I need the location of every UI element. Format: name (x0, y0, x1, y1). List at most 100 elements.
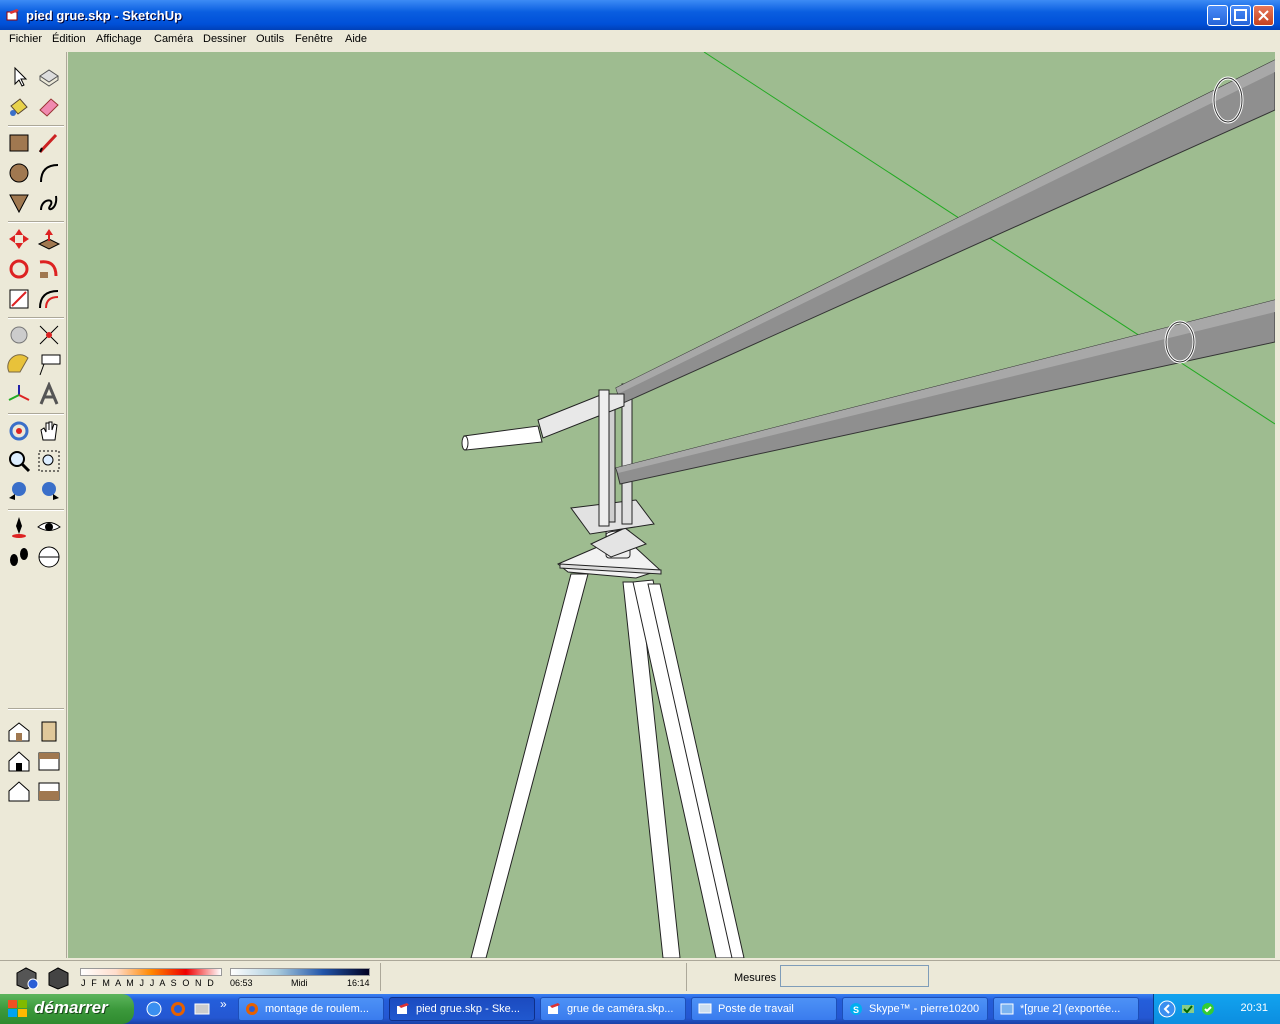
task-skype[interactable]: S Skype™ - pierre10200 (842, 997, 988, 1021)
section-plane-tool[interactable] (36, 544, 62, 570)
eraser-icon (39, 98, 59, 117)
circle-tool[interactable] (6, 160, 32, 186)
follow-me-tool[interactable] (36, 256, 62, 282)
select-tool[interactable] (6, 64, 32, 90)
menu-dessiner[interactable]: Dessiner (203, 33, 246, 45)
svg-text:S: S (853, 1005, 859, 1015)
3d-viewport[interactable] (68, 52, 1275, 958)
text-tool[interactable] (36, 352, 62, 378)
push-pull-icon (37, 229, 61, 250)
tray-expand-icon[interactable] (1158, 1000, 1176, 1018)
dimension-icon (39, 325, 59, 345)
top-view-button[interactable] (6, 778, 32, 804)
menu-fenetre[interactable]: Fenêtre (295, 33, 333, 45)
walk-tool[interactable] (6, 544, 32, 570)
3d-text-tool[interactable] (36, 381, 62, 408)
start-label: démarrer (34, 998, 108, 1017)
minimize-button[interactable] (1207, 5, 1228, 26)
tape-measure-tool[interactable] (6, 322, 32, 348)
axes-icon (8, 385, 30, 401)
maximize-button[interactable] (1230, 5, 1251, 26)
task-montage[interactable]: montage de roulem... (238, 997, 384, 1021)
system-tray: 20:31 (1153, 994, 1280, 1024)
look-around-tool[interactable] (36, 514, 62, 540)
shadow-time-slider[interactable] (230, 968, 370, 976)
back-view-button[interactable] (36, 748, 62, 774)
close-button[interactable] (1253, 5, 1274, 26)
menu-fichier[interactable]: Fichier (9, 33, 42, 45)
paint-bucket-icon (10, 98, 28, 116)
close-icon (1258, 10, 1269, 21)
status-bar: J F M A M J J A S O N D 06:53 Midi 16:14… (0, 960, 1280, 995)
bottom-view-button[interactable] (36, 778, 62, 804)
credits-icon[interactable] (46, 965, 72, 991)
next-view-tool[interactable] (36, 478, 62, 504)
pan-icon (40, 421, 58, 441)
menu-bar: Fichier Édition Affichage Caméra Dessine… (0, 30, 1280, 50)
zoom-window-icon (38, 450, 60, 472)
menu-outils[interactable]: Outils (256, 33, 284, 45)
orbit-tool[interactable] (6, 418, 32, 444)
task-grue2-export[interactable]: *[grue 2] (exportée... (993, 997, 1139, 1021)
measures-field[interactable] (780, 965, 929, 987)
component-tool[interactable] (36, 64, 62, 90)
freehand-icon (40, 195, 58, 211)
menu-camera[interactable]: Caméra (154, 33, 193, 45)
front-view-icon (8, 751, 30, 772)
safely-remove-icon[interactable] (1180, 1001, 1196, 1017)
position-camera-tool[interactable] (6, 514, 32, 540)
polygon-icon (9, 194, 29, 214)
polygon-tool[interactable] (6, 190, 32, 216)
sketchup-icon (548, 1003, 560, 1014)
dimension-tool[interactable] (36, 322, 62, 348)
network-icon[interactable] (1200, 1001, 1216, 1017)
line-tool[interactable] (36, 130, 62, 156)
firefox-quicklaunch-icon[interactable] (170, 1001, 186, 1017)
front-view-button[interactable] (6, 748, 32, 774)
ie-quicklaunch-icon[interactable] (146, 1001, 162, 1017)
shadow-date-slider[interactable] (80, 968, 222, 976)
freehand-tool[interactable] (36, 190, 62, 216)
move-tool[interactable] (6, 226, 32, 252)
zoom-tool[interactable] (6, 448, 32, 474)
protractor-tool[interactable] (6, 352, 32, 378)
task-poste-travail[interactable]: Poste de travail (691, 997, 837, 1021)
menu-aide[interactable]: Aide (345, 33, 367, 45)
axes-tool[interactable] (6, 382, 32, 408)
rotate-tool[interactable] (6, 256, 32, 282)
pan-tool[interactable] (36, 418, 62, 444)
paint-bucket-tool[interactable] (6, 94, 32, 120)
computer-icon (698, 1003, 712, 1014)
eraser-tool[interactable] (36, 94, 62, 120)
arc-icon (40, 164, 59, 183)
start-button[interactable]: démarrer (0, 994, 134, 1024)
scale-tool[interactable] (6, 286, 32, 312)
minimize-icon (1213, 18, 1220, 20)
shadow-time-mid: Midi (291, 978, 308, 988)
window-title: pied grue.skp - SketchUp (26, 8, 183, 23)
clock: 20:31 (1240, 1002, 1268, 1014)
shadow-months: J F M A M J J A S O N D (81, 978, 216, 988)
sketchup-app-icon (6, 9, 19, 21)
arc-tool[interactable] (36, 160, 62, 186)
zoom-icon (9, 451, 31, 473)
section-plane-icon (38, 546, 60, 568)
right-view-button[interactable] (36, 718, 62, 744)
zoom-window-tool[interactable] (36, 448, 62, 474)
task-pied-grue[interactable]: pied grue.skp - Ske... (389, 997, 535, 1021)
offset-tool[interactable] (36, 286, 62, 312)
iso-view-button[interactable] (6, 718, 32, 744)
previous-view-tool[interactable] (6, 478, 32, 504)
menu-edition[interactable]: Édition (52, 33, 86, 45)
rectangle-tool[interactable] (6, 130, 32, 156)
3d-text-icon (39, 381, 59, 405)
quicklaunch-more[interactable]: » (220, 997, 227, 1011)
look-around-icon (37, 522, 61, 531)
push-pull-tool[interactable] (36, 226, 62, 252)
task-grue-camera[interactable]: grue de caméra.skp... (540, 997, 686, 1021)
top-view-icon (8, 781, 30, 802)
desktop-quicklaunch-icon[interactable] (194, 1001, 210, 1017)
shadow-time-end: 16:14 (347, 978, 370, 988)
geo-location-icon[interactable] (14, 965, 40, 991)
menu-affichage[interactable]: Affichage (96, 33, 142, 45)
